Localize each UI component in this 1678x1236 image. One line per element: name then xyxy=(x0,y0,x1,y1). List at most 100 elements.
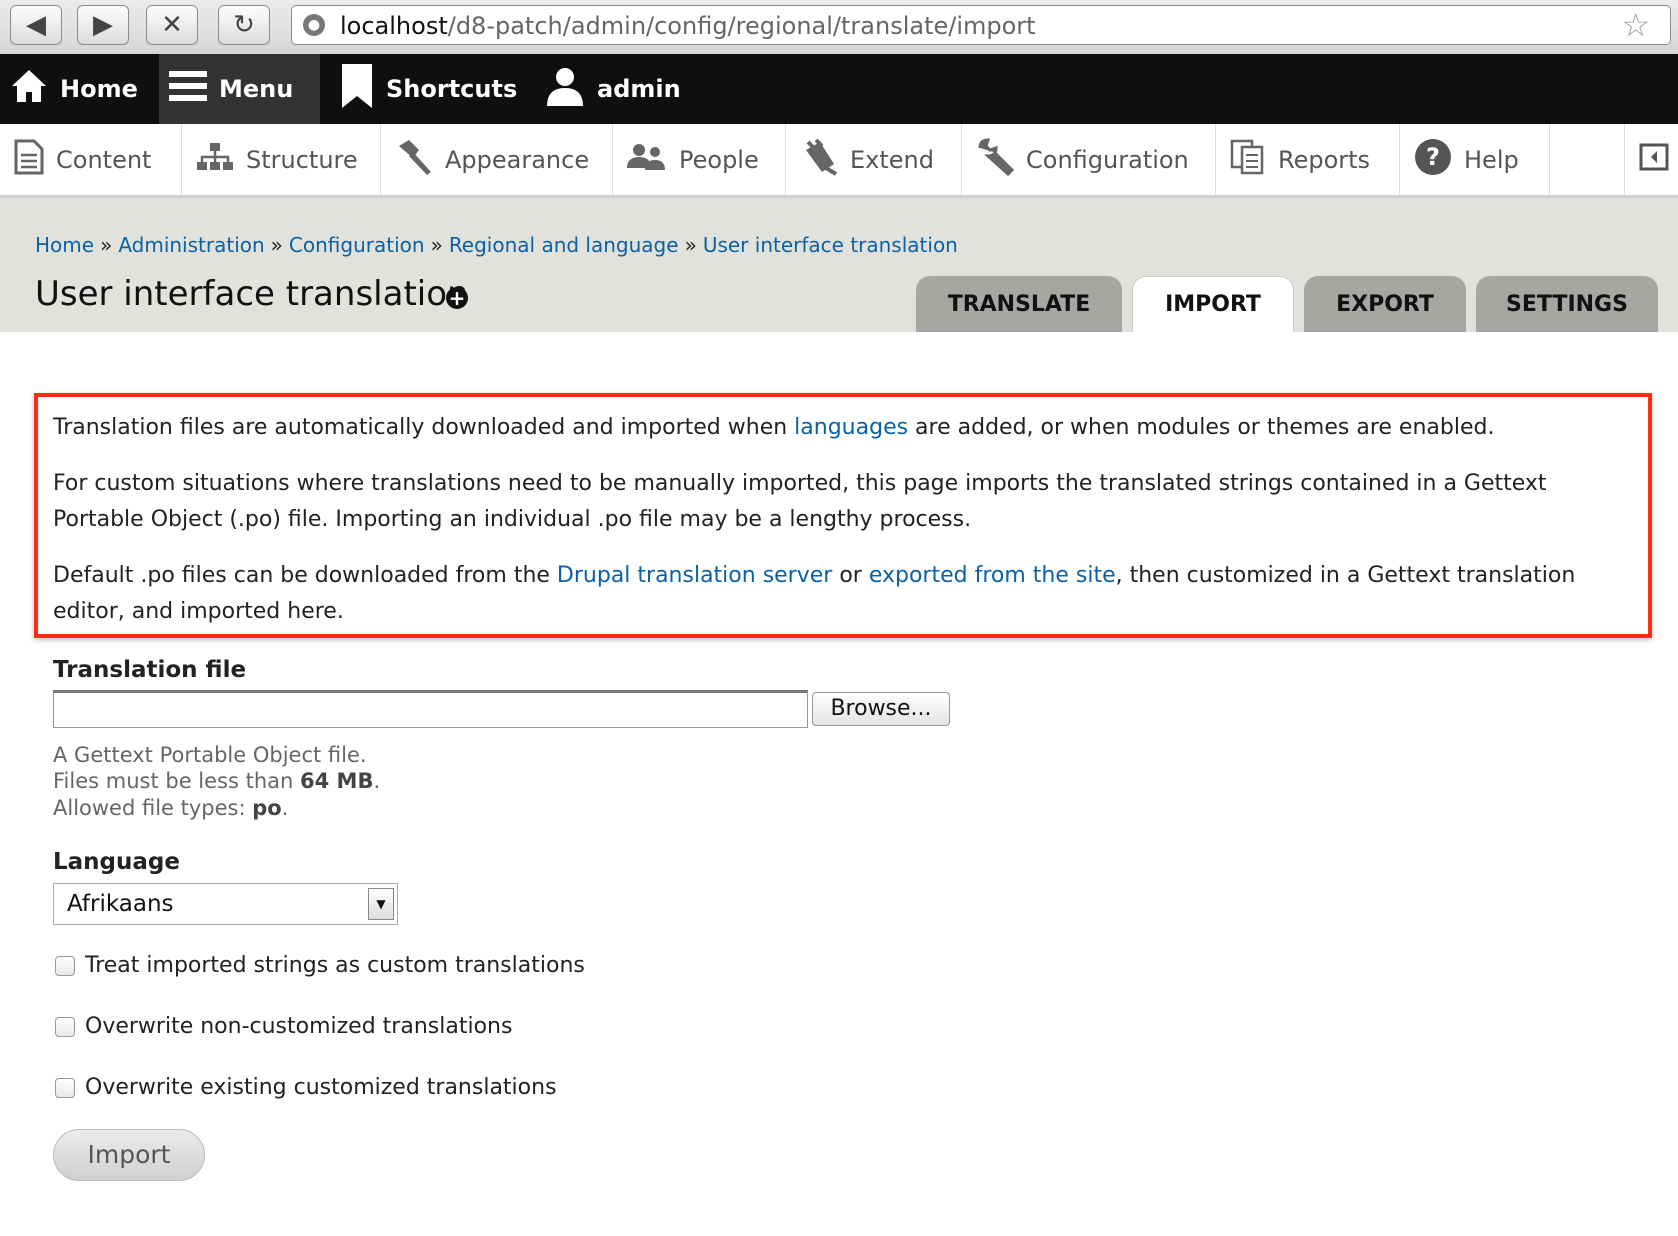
breadcrumb-separator: » xyxy=(100,233,113,257)
add-shortcut-icon[interactable]: + xyxy=(446,287,468,309)
file-description-1: A Gettext Portable Object file. xyxy=(53,743,367,767)
custom-translations-checkbox[interactable] xyxy=(55,955,75,976)
desc-text: . xyxy=(373,769,381,793)
back-arrow-icon: ◀ xyxy=(26,10,46,40)
close-icon: ✕ xyxy=(161,10,183,40)
tray-item-help[interactable]: ? Help xyxy=(1400,124,1550,195)
reload-icon: ↻ xyxy=(233,10,255,40)
language-select[interactable]: Afrikaans ▼ xyxy=(53,883,398,925)
breadcrumb-ui-translation[interactable]: User interface translation xyxy=(703,233,958,257)
bookmark-star-icon[interactable]: ☆ xyxy=(1621,8,1650,42)
forward-arrow-icon: ▶ xyxy=(93,10,113,40)
sidebar-toggle-icon xyxy=(1639,143,1669,177)
tray-item-appearance[interactable]: Appearance xyxy=(381,124,613,195)
toolbar-user[interactable]: admin xyxy=(535,54,695,124)
languages-link[interactable]: languages xyxy=(794,415,908,440)
browse-button[interactable]: Browse... xyxy=(812,692,950,726)
globe-icon: ● xyxy=(303,14,325,36)
bookmark-icon xyxy=(340,64,374,114)
breadcrumb-administration[interactable]: Administration xyxy=(118,233,264,257)
desc-text: . xyxy=(281,796,289,820)
checkbox-label: Treat imported strings as custom transla… xyxy=(85,953,585,978)
tray-item-extend[interactable]: Extend xyxy=(786,124,962,195)
stop-button[interactable]: ✕ xyxy=(146,5,198,45)
reload-button[interactable]: ↻ xyxy=(218,5,270,45)
url-path: /d8-patch/admin/config/regional/translat… xyxy=(447,12,1036,40)
home-icon xyxy=(10,68,48,110)
tray-item-reports[interactable]: Reports xyxy=(1216,124,1400,195)
help-paragraph-3: Default .po files can be downloaded from… xyxy=(53,558,1643,630)
back-button[interactable]: ◀ xyxy=(10,5,62,45)
tab-export[interactable]: EXPORT xyxy=(1304,276,1466,332)
checkbox-label: Overwrite non-customized translations xyxy=(85,1014,513,1039)
translation-file-input[interactable] xyxy=(53,690,808,728)
user-icon xyxy=(545,66,585,112)
file-size-limit: 64 MB xyxy=(300,769,374,793)
tray-item-label: Help xyxy=(1464,145,1519,174)
tray-item-content[interactable]: Content xyxy=(0,124,182,195)
paintbrush-icon xyxy=(395,138,433,182)
url-host: localhost xyxy=(340,12,448,40)
toolbar-shortcuts[interactable]: Shortcuts xyxy=(330,54,517,124)
breadcrumb-separator: » xyxy=(270,233,283,257)
help-text: are added, or when modules or themes are… xyxy=(908,415,1495,440)
address-bar[interactable]: ● localhost/d8-patch/admin/config/region… xyxy=(291,5,1671,45)
browser-toolbar: ◀ ▶ ✕ ↻ ● localhost/d8-patch/admin/confi… xyxy=(0,0,1678,55)
overwrite-non-customized-checkbox[interactable] xyxy=(55,1016,75,1037)
hamburger-icon xyxy=(169,69,207,109)
svg-text:?: ? xyxy=(1426,143,1440,171)
drupal-translation-server-link[interactable]: Drupal translation server xyxy=(557,563,832,588)
overwrite-non-customized-option[interactable]: Overwrite non-customized translations xyxy=(55,1014,512,1039)
page-title: User interface translation xyxy=(35,274,469,314)
help-icon: ? xyxy=(1414,138,1452,182)
url-text: localhost/d8-patch/admin/config/regional… xyxy=(340,12,1036,40)
tray-item-label: Configuration xyxy=(1026,145,1189,174)
reports-icon xyxy=(1230,139,1266,181)
breadcrumb-separator: » xyxy=(430,233,443,257)
import-button[interactable]: Import xyxy=(53,1129,205,1181)
document-icon xyxy=(14,139,44,181)
toolbar-home[interactable]: Home xyxy=(0,54,152,124)
tray-item-people[interactable]: People xyxy=(613,124,786,195)
toolbar-menu[interactable]: Menu xyxy=(159,54,320,124)
admin-menu-tray: Content Structure Appearance People Exte… xyxy=(0,124,1678,198)
desc-text: Allowed file types: xyxy=(53,796,253,820)
admin-toolbar: Home Menu Shortcuts admin xyxy=(0,54,1678,124)
checkbox-label: Overwrite existing customized translatio… xyxy=(85,1075,557,1100)
wrench-icon xyxy=(976,137,1015,182)
file-description-3: Allowed file types: po. xyxy=(53,795,288,821)
tab-import[interactable]: IMPORT xyxy=(1132,276,1294,332)
forward-button[interactable]: ▶ xyxy=(77,5,129,45)
help-text: Default .po files can be downloaded from… xyxy=(53,563,557,588)
breadcrumb-home[interactable]: Home xyxy=(35,233,94,257)
help-paragraph-2: For custom situations where translations… xyxy=(53,471,1547,532)
tray-item-label: Extend xyxy=(850,145,934,174)
toolbar-home-label: Home xyxy=(60,75,138,103)
plug-icon xyxy=(800,138,838,182)
tray-item-structure[interactable]: Structure xyxy=(182,124,381,195)
chevron-down-icon: ▼ xyxy=(368,888,394,920)
tray-item-label: Reports xyxy=(1278,145,1371,174)
file-description-2: Files must be less than 64 MB. xyxy=(53,768,380,794)
language-select-value: Afrikaans xyxy=(67,891,174,917)
tab-translate[interactable]: TRANSLATE xyxy=(916,276,1122,332)
tray-item-label: People xyxy=(679,145,759,174)
breadcrumb-separator: » xyxy=(684,233,697,257)
tray-item-configuration[interactable]: Configuration xyxy=(962,124,1216,195)
breadcrumb-configuration[interactable]: Configuration xyxy=(289,233,425,257)
breadcrumb-regional-language[interactable]: Regional and language xyxy=(449,233,679,257)
tray-item-label: Appearance xyxy=(445,145,590,174)
toolbar-user-label: admin xyxy=(597,75,681,103)
exported-from-site-link[interactable]: exported from the site xyxy=(869,563,1116,588)
overwrite-customized-checkbox[interactable] xyxy=(55,1077,75,1098)
people-icon xyxy=(627,142,667,178)
custom-translations-option[interactable]: Treat imported strings as custom transla… xyxy=(55,953,585,978)
help-text: or xyxy=(832,563,869,588)
desc-text: Files must be less than xyxy=(53,769,301,793)
allowed-file-type: po xyxy=(252,796,282,820)
tab-settings[interactable]: SETTINGS xyxy=(1476,276,1658,332)
overwrite-customized-option[interactable]: Overwrite existing customized translatio… xyxy=(55,1075,557,1100)
tray-item-label: Structure xyxy=(246,145,358,174)
help-text: Translation files are automatically down… xyxy=(53,415,795,440)
tray-orientation-toggle[interactable] xyxy=(1624,124,1678,195)
